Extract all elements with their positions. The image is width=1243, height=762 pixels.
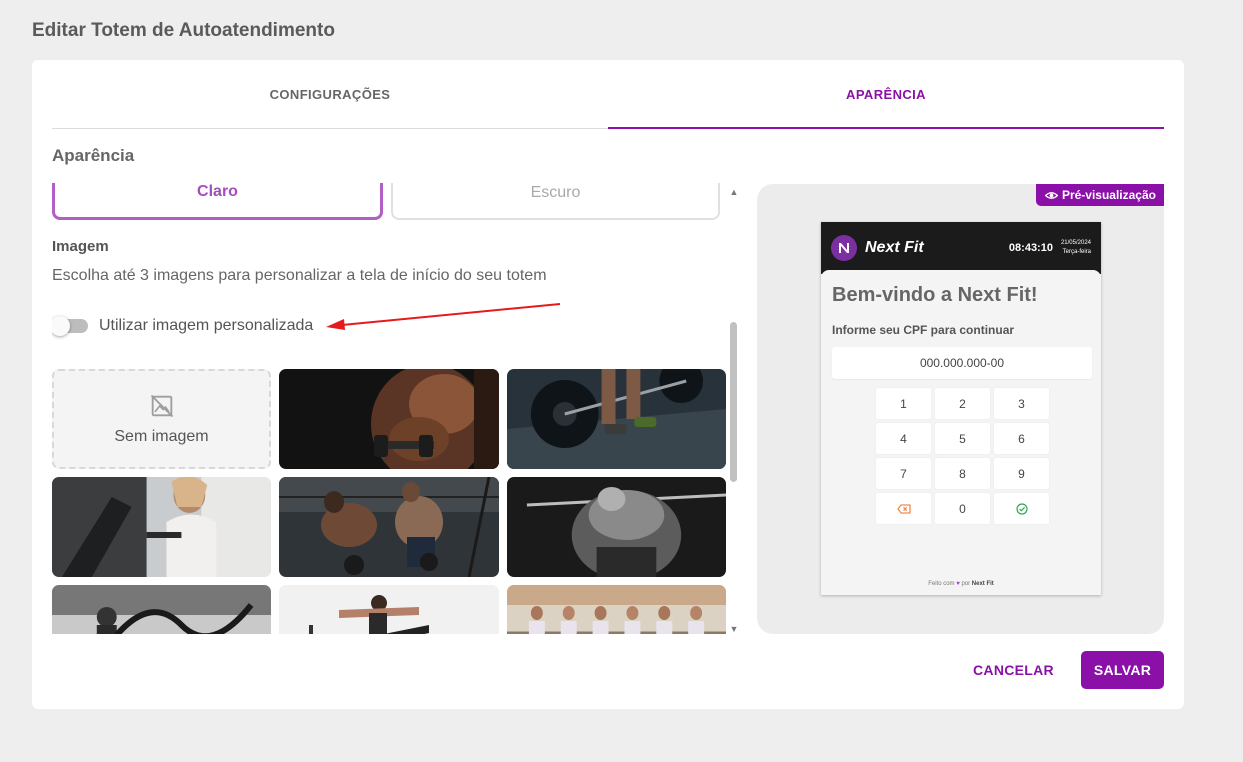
image-section-description: Escolha até 3 imagens para personalizar … [52, 267, 547, 284]
image-tile-battle-ropes[interactable] [52, 585, 271, 634]
kiosk-header: Next Fit 08:43:10 21/05/2024 Terça-feira [821, 222, 1101, 274]
heart-icon: ♥ [956, 581, 960, 587]
annotation-arrow [326, 303, 561, 330]
no-image-tile[interactable]: Sem imagem [52, 369, 271, 469]
no-image-label: Sem imagem [114, 428, 209, 445]
kiosk-brand: Next Fit [865, 239, 924, 256]
kiosk-date-block: 21/05/2024 Terça-feira [1061, 239, 1091, 257]
image-tile-bike-woman[interactable] [52, 477, 271, 577]
key-4: 4 [876, 423, 931, 454]
key-8: 8 [935, 458, 990, 489]
preview-badge: Pré-visualização [1035, 184, 1164, 206]
image-section-label: Imagem [52, 238, 109, 255]
tab-bar: CONFIGURAÇÕES APARÊNCIA [52, 60, 1164, 129]
kiosk-preview: Next Fit 08:43:10 21/05/2024 Terça-feira… [821, 222, 1101, 595]
custom-image-toggle[interactable] [52, 316, 88, 336]
image-tile-barbell-lift[interactable] [507, 369, 726, 469]
confirm-check-icon [1015, 502, 1028, 515]
key-2: 2 [935, 388, 990, 419]
save-button[interactable]: SALVAR [1081, 651, 1164, 689]
squat-image [507, 477, 726, 577]
key-backspace [876, 493, 931, 524]
cancel-button[interactable]: CANCELAR [962, 651, 1065, 688]
theme-light-button[interactable]: Claro [52, 183, 383, 220]
image-tile-ballet[interactable] [507, 585, 726, 634]
tab-aparencia[interactable]: APARÊNCIA [608, 60, 1164, 129]
key-9: 9 [994, 458, 1049, 489]
kiosk-footer-brand: Next Fit [971, 581, 994, 587]
key-1: 1 [876, 388, 931, 419]
kiosk-cpf-label: Informe seu CPF para continuar [832, 323, 1015, 337]
image-grid: Sem imagem [52, 369, 726, 634]
scroll-up-arrow-icon[interactable]: ▲ [729, 187, 739, 197]
eye-icon [1044, 189, 1058, 202]
key-0: 0 [935, 493, 990, 524]
key-3: 3 [994, 388, 1049, 419]
kiosk-cpf-field: 000.000.000-00 [832, 347, 1092, 379]
dumbbell-man-image [279, 369, 499, 469]
image-tile-kettlebell[interactable] [279, 477, 499, 577]
key-5: 5 [935, 423, 990, 454]
battle-ropes-image [52, 585, 271, 634]
kiosk-time: 08:43:10 [1008, 242, 1053, 254]
key-7: 7 [876, 458, 931, 489]
page-title: Editar Totem de Autoatendimento [32, 20, 335, 41]
kiosk-footer-by: por [961, 581, 971, 587]
kiosk-footer-made-with: Feito com [928, 581, 955, 587]
custom-image-toggle-row: Utilizar imagem personalizada [52, 316, 314, 336]
scrollbar-thumb[interactable] [730, 322, 737, 482]
preview-badge-label: Pré-visualização [1061, 188, 1156, 202]
ballet-image [507, 585, 726, 634]
appearance-scroll-area[interactable]: Claro Escuro Imagem Escolha até 3 imagen… [52, 183, 732, 634]
barbell-lift-image [507, 369, 726, 469]
kiosk-date: 21/05/2024 [1060, 240, 1091, 246]
edit-card: CONFIGURAÇÕES APARÊNCIA Aparência Claro … [32, 60, 1184, 709]
appearance-scrollbar[interactable]: ▲ ▼ [727, 184, 741, 634]
image-tile-squat[interactable] [507, 477, 726, 577]
bike-woman-image [52, 477, 271, 577]
theme-dark-button[interactable]: Escuro [391, 183, 720, 220]
toggle-knob [52, 316, 70, 336]
kiosk-body: Bem-vindo a Next Fit! Informe seu CPF pa… [821, 270, 1101, 595]
section-title: Aparência [52, 146, 135, 165]
kettlebell-image [279, 477, 499, 577]
no-image-icon [150, 394, 173, 418]
backspace-icon [896, 503, 911, 514]
kiosk-welcome: Bem-vindo a Next Fit! [832, 284, 1038, 306]
next-fit-logo-icon [831, 235, 857, 261]
preview-panel: Pré-visualização Next Fit 08:43:10 21/05… [757, 184, 1164, 634]
scroll-down-arrow-icon[interactable]: ▼ [729, 624, 739, 634]
kiosk-weekday: Terça-feira [1062, 249, 1091, 255]
theme-selector: Claro Escuro [52, 183, 720, 220]
kiosk-footer: Feito com ♥ por Next Fit [821, 581, 1101, 587]
key-confirm [994, 493, 1049, 524]
image-tile-stretch-pair[interactable] [279, 585, 499, 634]
kiosk-keypad: 1 2 3 4 5 6 7 8 9 0 [876, 388, 1049, 524]
stretch-pair-image [279, 585, 499, 634]
custom-image-toggle-label: Utilizar imagem personalizada [99, 317, 314, 334]
tab-configuracoes[interactable]: CONFIGURAÇÕES [52, 60, 608, 128]
key-6: 6 [994, 423, 1049, 454]
image-tile-dumbbell-man[interactable] [279, 369, 499, 469]
